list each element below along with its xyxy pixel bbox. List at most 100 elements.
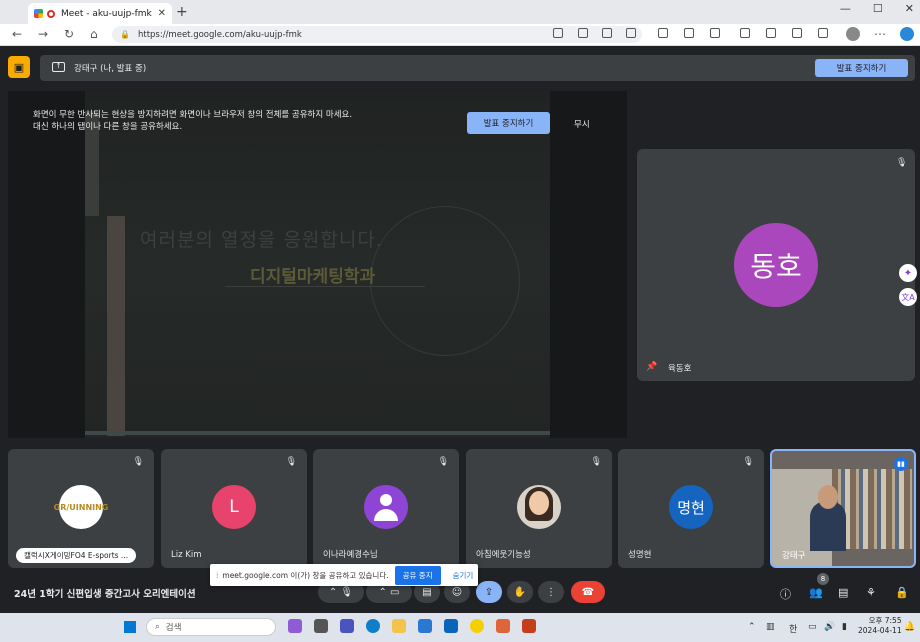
presenting-status-icon: ▣: [8, 56, 30, 78]
split-screen-icon[interactable]: [684, 28, 694, 38]
muted-mic-icon: 🎙: [285, 457, 297, 467]
self-video-tile[interactable]: ▮▮ 강태구: [770, 449, 916, 568]
close-window-icon[interactable]: ✕: [905, 2, 914, 15]
maximize-icon[interactable]: ☐: [873, 2, 883, 15]
task-view-icon[interactable]: [314, 619, 328, 633]
activities-icon[interactable]: ⚘: [866, 586, 876, 599]
participant-tile[interactable]: 🎙 L Liz Kim: [161, 449, 307, 568]
participant-tile[interactable]: 🎙 이나라예경수님: [313, 449, 459, 568]
present-screen-icon: ↑: [52, 62, 65, 72]
participant-avatar: 명현: [669, 485, 713, 529]
tab-actions-icon[interactable]: [766, 28, 776, 38]
participant-name: 강태구: [782, 551, 806, 561]
clock-date: 2024-04-11: [858, 626, 902, 635]
search-placeholder: 검색: [165, 623, 182, 633]
home-icon[interactable]: ⌂: [90, 27, 98, 41]
windows-start-icon[interactable]: [124, 621, 136, 633]
participant-tile[interactable]: 🎙 아침에웃기능성: [466, 449, 612, 568]
tray-app-icon[interactable]: ▥: [766, 622, 775, 632]
mail-icon[interactable]: [444, 619, 458, 633]
powerpoint-icon[interactable]: [522, 619, 536, 633]
ignore-warning-button[interactable]: 무시: [574, 118, 590, 130]
drag-handle-icon[interactable]: ⁞: [216, 571, 218, 580]
hide-popup-button[interactable]: 숨기기: [453, 570, 474, 581]
person-avatar-icon: [364, 485, 408, 529]
screenshot-icon[interactable]: [792, 28, 802, 38]
pinned-avatar: 동호: [734, 223, 818, 307]
participant-name: 이나라예경수님: [323, 550, 378, 560]
taskbar-search-input[interactable]: ⌕ 검색: [146, 618, 276, 636]
favorite-icon[interactable]: [626, 28, 636, 38]
back-icon[interactable]: ←: [12, 27, 22, 41]
store-icon[interactable]: [418, 619, 432, 633]
slide-underline: [85, 431, 550, 435]
browser-tab[interactable]: Meet - aku-uujp-fmk ✕: [28, 3, 172, 24]
downloads-icon[interactable]: [818, 28, 828, 38]
file-explorer-icon[interactable]: [392, 619, 406, 633]
participant-name: 성명현: [628, 550, 652, 560]
pin-icon[interactable]: 📌: [646, 362, 657, 372]
muted-mic-icon: 🎙: [437, 457, 449, 467]
participant-avatar: L: [212, 485, 256, 529]
stop-sharing-button[interactable]: 공유 중지: [394, 565, 441, 585]
taskbar-clock[interactable]: 오후 7:55 2024-04-11: [858, 616, 902, 636]
stop-presenting-button[interactable]: 발표 중지하기: [815, 59, 908, 77]
ime-indicator[interactable]: 한: [789, 622, 797, 635]
copilot-taskbar-icon[interactable]: [288, 619, 302, 633]
extensions-icon[interactable]: [658, 28, 668, 38]
tab-title: Meet - aku-uujp-fmk: [61, 8, 152, 19]
slide-department: 디지털마케팅학과: [250, 267, 376, 287]
clock-time: 오후 7:55: [868, 616, 902, 625]
participant-tile[interactable]: 🎙 명현 성명현: [618, 449, 764, 568]
camera-indicator-icon[interactable]: [553, 28, 563, 38]
host-controls-icon[interactable]: 🔒: [895, 586, 909, 599]
screen-share-popup: ⁞ meet.google.com 이(가) 창을 공유하고 있습니다. 공유 …: [210, 564, 478, 586]
profile-avatar[interactable]: [846, 27, 860, 41]
favorites-bar-icon[interactable]: [710, 28, 720, 38]
share-popup-text: meet.google.com 이(가) 창을 공유하고 있습니다.: [222, 570, 389, 580]
muted-mic-icon: 🎙: [590, 457, 602, 467]
forward-icon[interactable]: →: [38, 27, 48, 41]
participant-avatar: GR/UINNING: [54, 485, 108, 529]
raise-hand-icon[interactable]: ✋: [507, 581, 533, 603]
more-options-icon[interactable]: ⋮: [538, 581, 564, 603]
warning-stop-presenting-button[interactable]: 발표 중지하기: [467, 112, 550, 134]
reload-icon[interactable]: ↻: [64, 27, 74, 41]
window-controls: — ☐ ✕: [840, 2, 914, 15]
slide-decor: [107, 216, 125, 436]
presenting-bar: ↑ 강태구 (나, 발표 중): [40, 55, 915, 81]
volume-icon[interactable]: 🔊: [824, 622, 835, 632]
slide-circle: [370, 206, 520, 356]
people-icon[interactable]: 👥: [809, 586, 823, 599]
network-icon[interactable]: ▭: [808, 622, 817, 632]
recording-icon: [47, 9, 55, 18]
presenter-label: 강태구 (나, 발표 중): [74, 64, 147, 74]
sparkle-icon[interactable]: ✦: [899, 264, 917, 282]
teams-icon[interactable]: [340, 619, 354, 633]
collections-icon[interactable]: [740, 28, 750, 38]
battery-icon[interactable]: ▮: [842, 622, 847, 632]
muted-mic-icon: 🎙: [896, 158, 908, 168]
participant-tile[interactable]: 🎙 GR/UINNING 캘럭시X게이밍FO4 E-sports ...: [8, 449, 154, 568]
read-aloud-icon[interactable]: [578, 28, 588, 38]
new-tab-icon[interactable]: +: [176, 4, 188, 20]
copilot-icon[interactable]: [900, 27, 914, 41]
translate-icon[interactable]: 文A: [899, 288, 917, 306]
leave-call-button[interactable]: ☎: [571, 581, 605, 603]
close-tab-icon[interactable]: ✕: [158, 8, 166, 19]
search-app-icon[interactable]: [496, 619, 510, 633]
more-menu-icon[interactable]: ⋯: [874, 27, 886, 41]
present-now-button[interactable]: ⇪: [476, 581, 502, 603]
minimize-icon[interactable]: —: [840, 2, 851, 15]
video-face: [818, 485, 838, 509]
notification-bell-icon[interactable]: 🔔: [904, 622, 915, 632]
speaking-indicator-icon: ▮▮: [894, 457, 908, 471]
chat-icon[interactable]: ▤: [838, 586, 848, 599]
kakaotalk-icon[interactable]: [470, 619, 484, 633]
meeting-info-icon[interactable]: ⓘ: [780, 586, 791, 602]
tray-expand-icon[interactable]: ⌃: [748, 622, 756, 632]
edge-icon[interactable]: [366, 619, 380, 633]
app-icon[interactable]: [602, 28, 612, 38]
lock-icon: 🔒: [120, 30, 130, 39]
participant-photo: [517, 485, 561, 529]
